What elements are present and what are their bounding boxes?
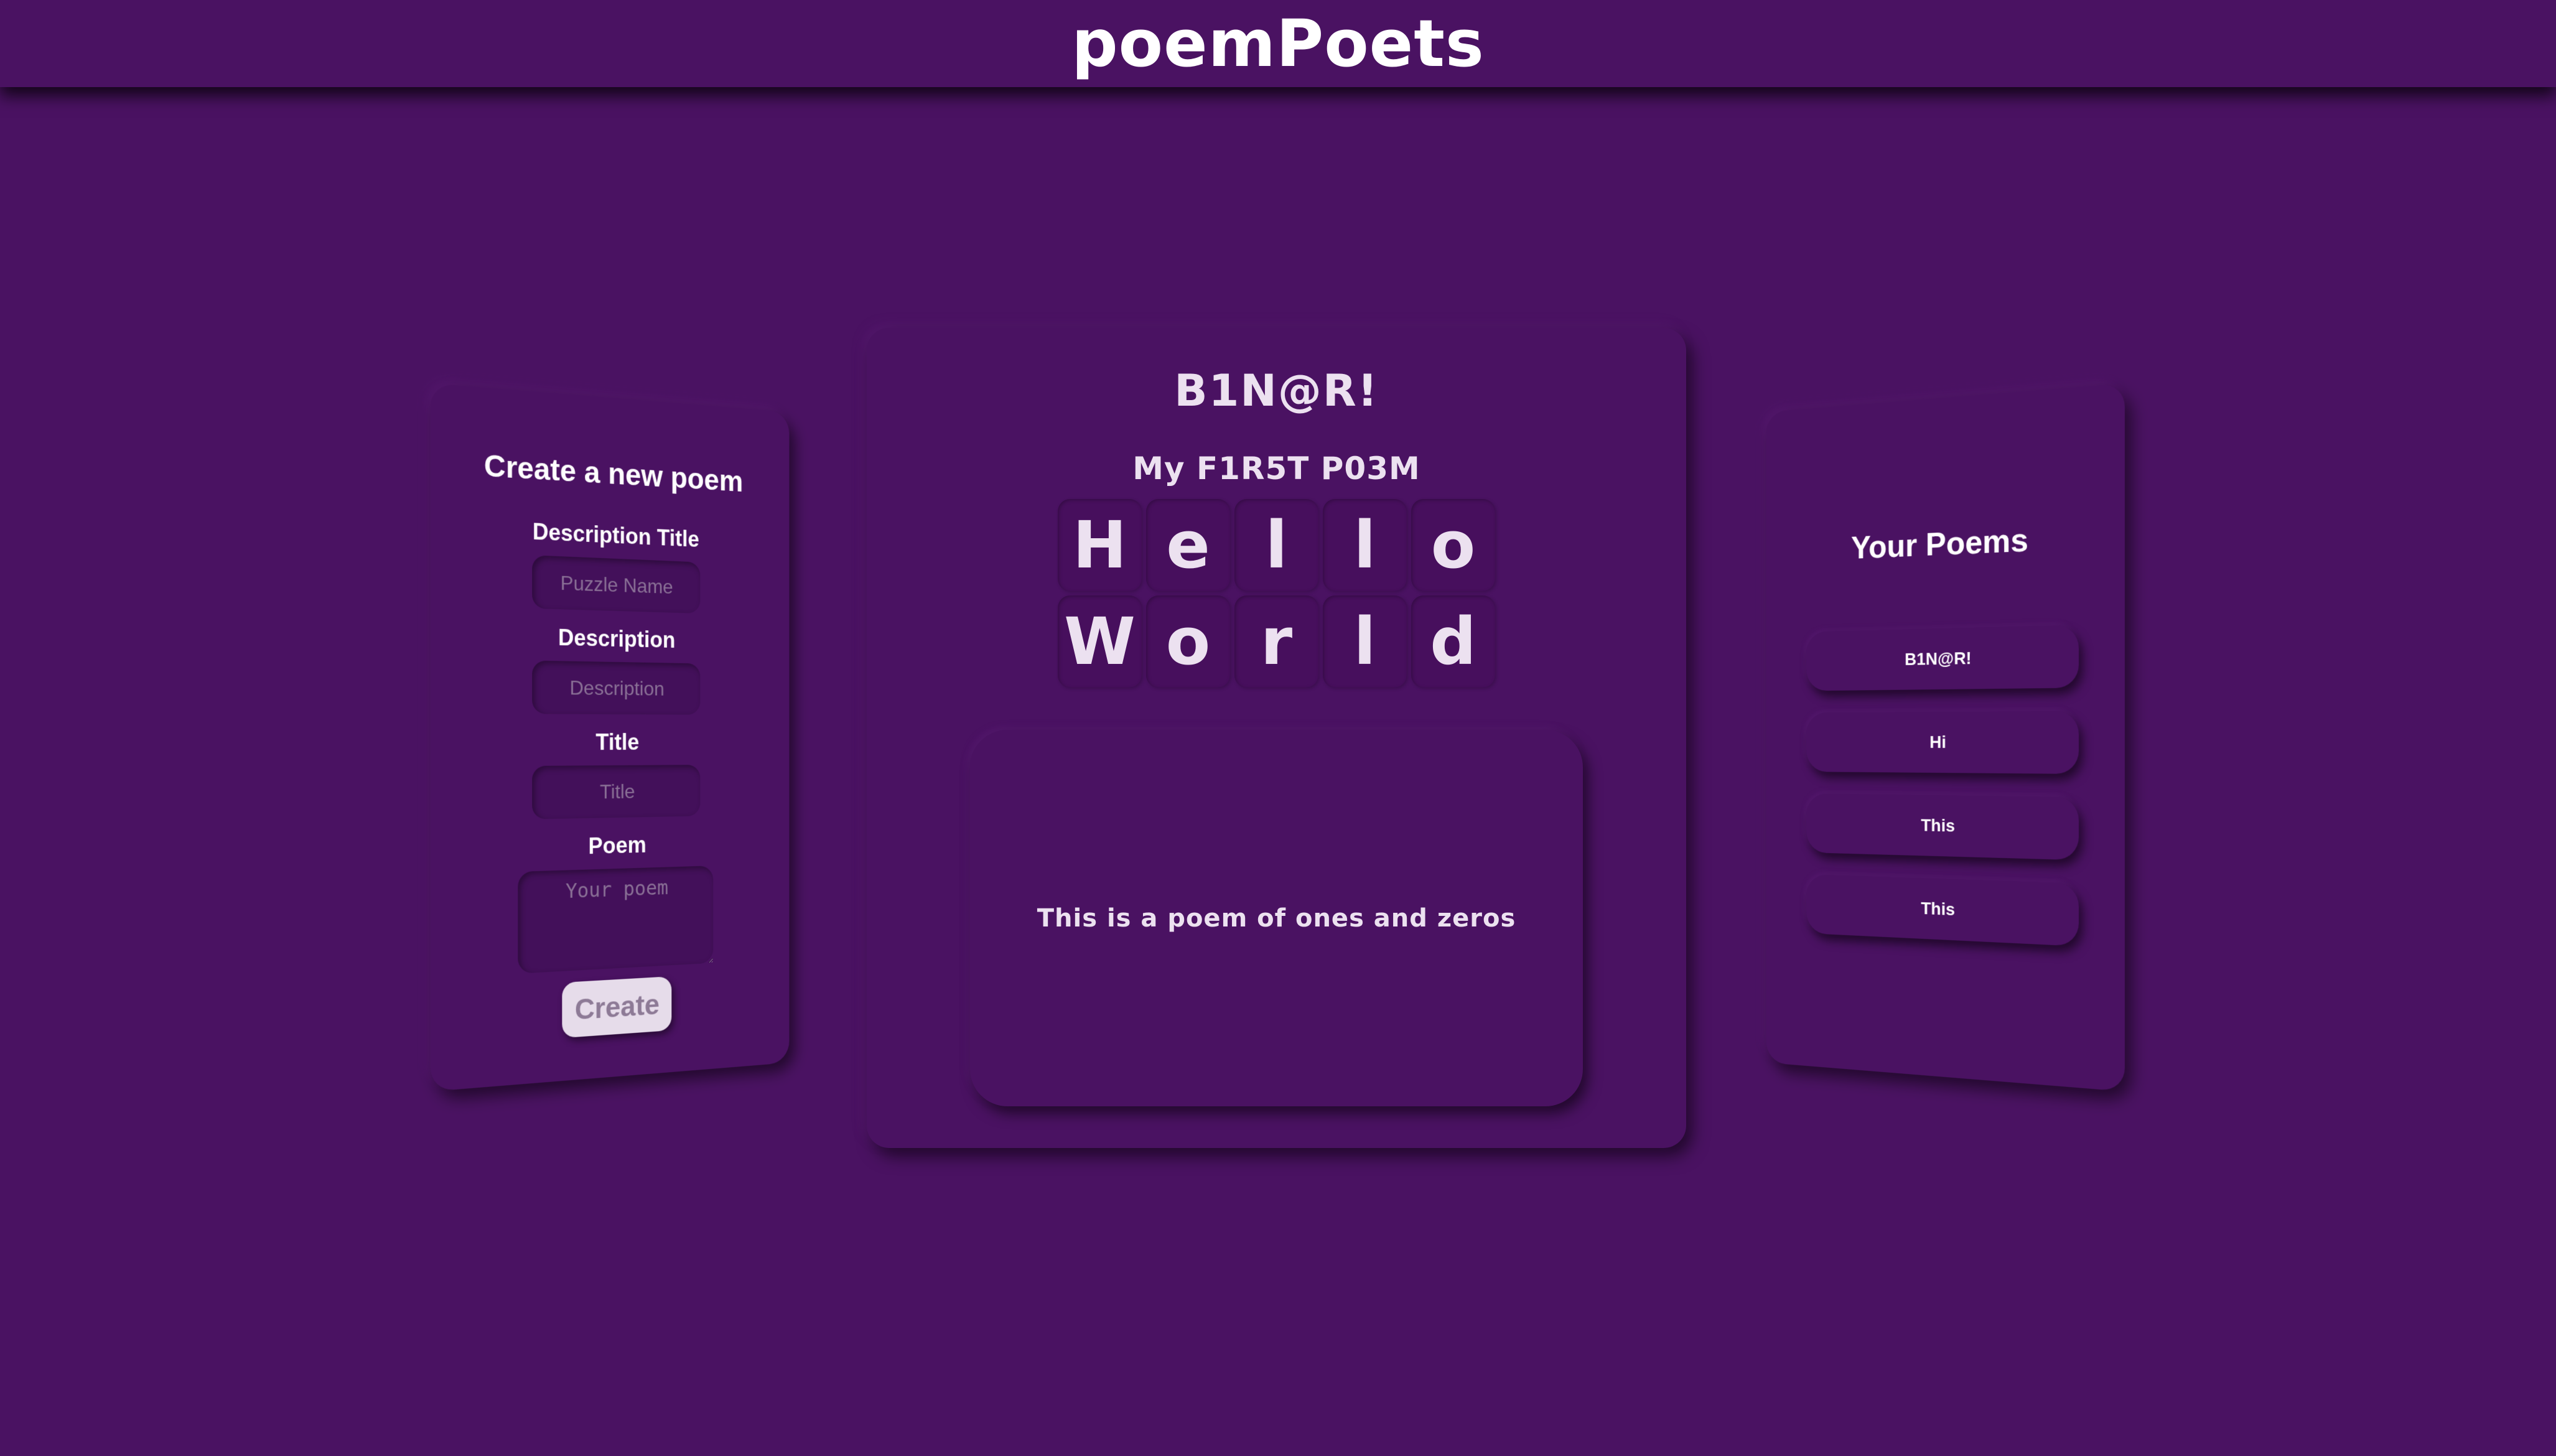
- letter-tile: o: [1411, 499, 1495, 591]
- letter-tile: l: [1234, 499, 1318, 591]
- letter-tile: l: [1323, 499, 1407, 591]
- poem-title: B1N@R!: [1174, 365, 1379, 416]
- letter-tile: r: [1234, 595, 1318, 688]
- letter-tile: e: [1146, 499, 1230, 591]
- create-poem-heading: Create a new poem: [483, 449, 744, 498]
- site-title: poemPoets: [1071, 6, 1485, 82]
- letter-tile: o: [1146, 595, 1230, 688]
- poem-body-card: This is a poem of ones and zeros: [970, 730, 1583, 1106]
- description-title-input[interactable]: [531, 555, 700, 614]
- poem-list-item[interactable]: This: [1806, 874, 2079, 946]
- poem-list-item[interactable]: This: [1806, 793, 2079, 861]
- poem-list-item[interactable]: Hi: [1806, 711, 2079, 774]
- poem-list-item[interactable]: B1N@R!: [1806, 625, 2079, 691]
- your-poems-heading: Your Poems: [1850, 521, 2029, 566]
- letter-tile: H: [1058, 499, 1142, 591]
- title-input[interactable]: [531, 765, 700, 819]
- title-label: Title: [595, 729, 640, 755]
- poem-body-text: This is a poem of ones and zeros: [1037, 903, 1516, 933]
- app-root: poemPoets Create a new poem Description …: [0, 0, 2556, 1456]
- create-poem-panel: Create a new poem Description Title Desc…: [431, 383, 790, 1092]
- your-poems-panel: Your Poems B1N@R! Hi This This: [1766, 383, 2125, 1092]
- create-button[interactable]: Create: [562, 976, 672, 1038]
- letter-tile: d: [1411, 595, 1495, 688]
- poem-textarea[interactable]: [517, 866, 713, 974]
- description-label: Description: [557, 624, 676, 653]
- letter-tile-grid: H e l l o W o r l d: [1058, 499, 1495, 688]
- description-title-label: Description Title: [532, 518, 699, 552]
- poem-subtitle: My F1R5T P03M: [1132, 450, 1420, 487]
- site-header: poemPoets: [0, 0, 2556, 87]
- letter-tile: l: [1323, 595, 1407, 688]
- poem-view-panel: B1N@R! My F1R5T P03M H e l l o W o r l d…: [867, 328, 1686, 1148]
- poem-label: Poem: [588, 831, 646, 859]
- description-input[interactable]: [531, 660, 700, 715]
- letter-tile: W: [1058, 595, 1142, 688]
